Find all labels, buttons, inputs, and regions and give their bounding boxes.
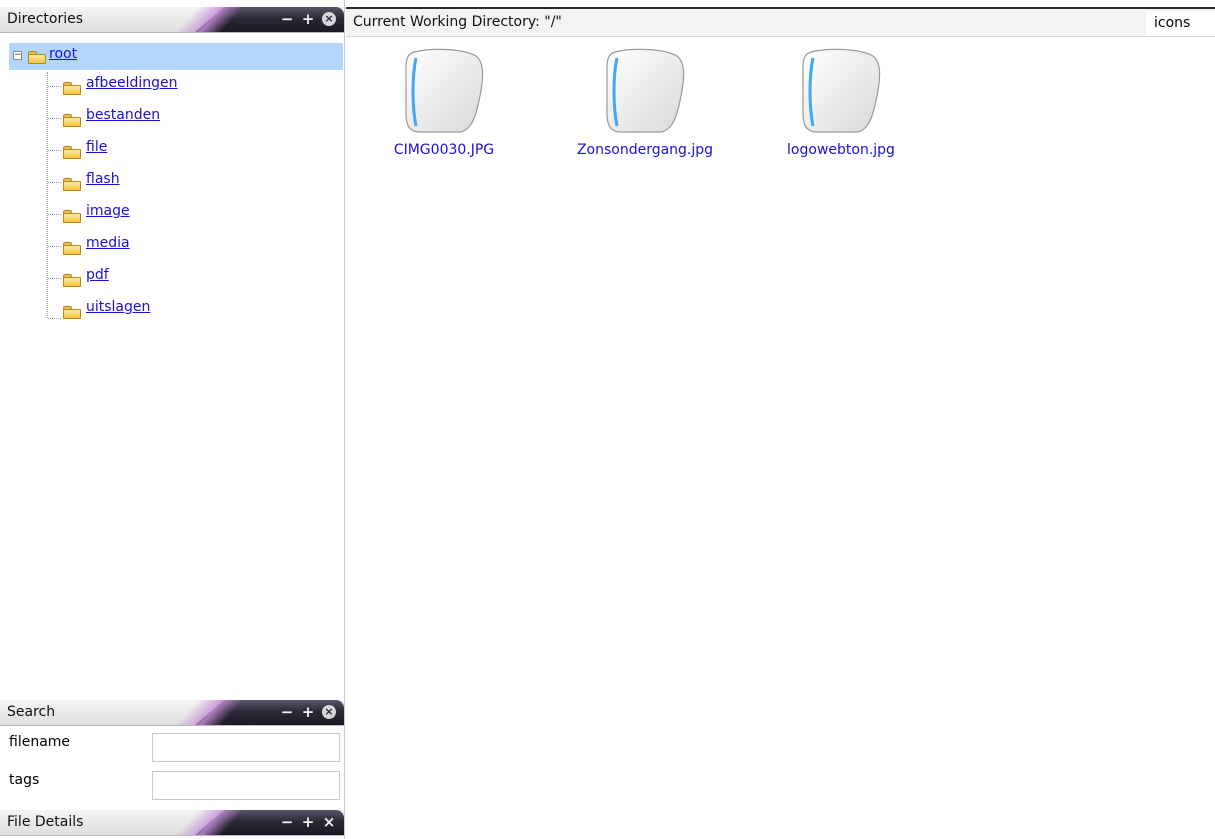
- folder-icon: [63, 305, 82, 319]
- search-panel-body: filename tags: [0, 727, 344, 807]
- close-icon[interactable]: ×: [322, 12, 336, 26]
- tree-item-label[interactable]: image: [86, 203, 130, 219]
- minimize-icon[interactable]: −: [280, 702, 294, 722]
- file-item-logowebton[interactable]: logowebton.jpg: [751, 46, 931, 166]
- tree-item-label[interactable]: uitslagen: [86, 299, 150, 315]
- current-directory-label: Current Working Directory: "/": [353, 14, 562, 30]
- maximize-icon[interactable]: +: [301, 812, 315, 832]
- file-browser-main: Current Working Directory: "/" icons CIM…: [346, 0, 1215, 839]
- directories-panel-title: Directories: [7, 11, 84, 27]
- directories-panel-header: Directories − + ×: [0, 7, 344, 33]
- view-mode-select[interactable]: icons: [1146, 11, 1215, 36]
- folder-icon: [63, 113, 82, 127]
- file-item-zonsondergang[interactable]: Zonsondergang.jpg: [555, 46, 735, 166]
- maximize-icon[interactable]: +: [301, 9, 315, 29]
- tree-item-label[interactable]: media: [86, 235, 130, 251]
- search-row-tags: tags: [0, 765, 344, 803]
- tree-item-label[interactable]: pdf: [86, 267, 109, 283]
- file-name[interactable]: Zonsondergang.jpg: [555, 142, 735, 158]
- left-sidebar: Directories − + × − root afbeeldingen be…: [0, 0, 345, 839]
- folder-icon: [63, 177, 82, 191]
- folder-icon: [63, 241, 82, 255]
- file-details-panel-title: File Details: [7, 814, 84, 830]
- collapse-toggle-icon[interactable]: −: [13, 51, 22, 60]
- maximize-icon[interactable]: +: [301, 702, 315, 722]
- tree-item-label[interactable]: root: [49, 46, 77, 62]
- close-icon[interactable]: ×: [322, 812, 336, 832]
- file-name[interactable]: CIMG0030.JPG: [354, 142, 534, 158]
- image-file-icon: [400, 46, 488, 136]
- minimize-icon[interactable]: −: [280, 9, 294, 29]
- filename-input[interactable]: [152, 733, 340, 762]
- folder-open-icon: [28, 50, 47, 64]
- tags-input[interactable]: [152, 771, 340, 800]
- search-panel-title: Search: [7, 704, 56, 720]
- image-file-icon: [601, 46, 689, 136]
- image-file-icon: [797, 46, 885, 136]
- cwd-bar: Current Working Directory: "/" icons: [346, 7, 1215, 37]
- filename-label: filename: [9, 734, 71, 750]
- tree-item-label[interactable]: file: [86, 139, 107, 155]
- tree-item-label[interactable]: flash: [86, 171, 120, 187]
- tree-item-root[interactable]: − root: [9, 43, 343, 70]
- close-icon[interactable]: ×: [322, 705, 336, 719]
- folder-icon: [63, 273, 82, 287]
- folder-icon: [63, 209, 82, 223]
- folder-icon: [63, 145, 82, 159]
- tree-item-label[interactable]: afbeeldingen: [86, 75, 178, 91]
- search-panel-header: Search − + ×: [0, 700, 344, 726]
- tree-item-uitslagen[interactable]: uitslagen: [0, 294, 344, 326]
- tree-item-label[interactable]: bestanden: [86, 107, 160, 123]
- minimize-icon[interactable]: −: [280, 812, 294, 832]
- search-row-filename: filename: [0, 727, 344, 765]
- folder-icon: [63, 81, 82, 95]
- tags-label: tags: [9, 772, 40, 788]
- file-item-cimg0030[interactable]: CIMG0030.JPG: [354, 46, 534, 166]
- tree-connector-line: [47, 72, 48, 318]
- file-details-panel-header: File Details − + ×: [0, 810, 344, 836]
- file-name[interactable]: logowebton.jpg: [751, 142, 931, 158]
